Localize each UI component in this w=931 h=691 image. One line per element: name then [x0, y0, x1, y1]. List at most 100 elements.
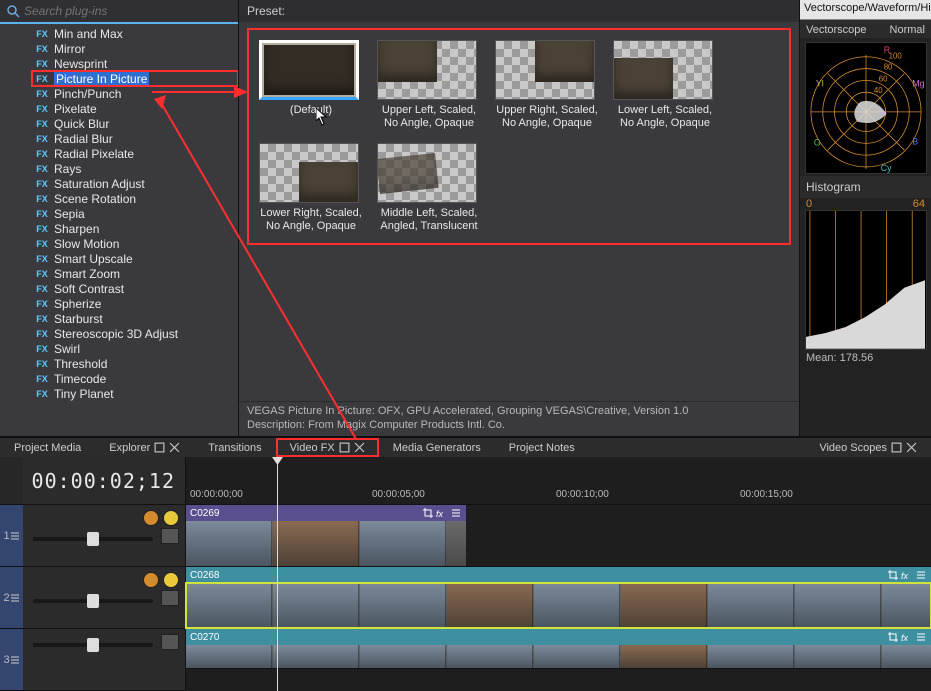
solo-button[interactable]	[163, 510, 179, 526]
fx-scroll[interactable]: FXMin and MaxFXMirrorFXNewsprintFXPictur…	[0, 24, 238, 436]
fx-item-picture-in-picture[interactable]: FXPicture In Picture	[32, 71, 238, 86]
fx-item-sharpen[interactable]: FXSharpen	[32, 221, 238, 236]
dock-icon[interactable]	[339, 442, 350, 453]
fx-item-threshold[interactable]: FXThreshold	[32, 356, 238, 371]
track-number-3[interactable]: 3	[0, 629, 23, 691]
solo-button[interactable]	[163, 572, 179, 588]
fx-item-pixelate[interactable]: FXPixelate	[32, 101, 238, 116]
clip-header[interactable]: C0268fx	[186, 567, 931, 583]
fx-badge-icon: FX	[34, 313, 50, 325]
clip-header[interactable]: C0270fx	[186, 629, 931, 645]
fx-item-radial-pixelate[interactable]: FXRadial Pixelate	[32, 146, 238, 161]
preset-item[interactable]: (Default)	[259, 40, 363, 129]
dock-icon[interactable]	[891, 442, 902, 453]
fx-item-label: Newsprint	[54, 57, 107, 71]
menu-icon[interactable]	[915, 569, 927, 581]
tab-video-scopes[interactable]: Video Scopes	[805, 438, 931, 457]
track-number-2[interactable]: 2	[0, 567, 23, 629]
preset-item[interactable]: Lower Right, Scaled, No Angle, Opaque	[259, 143, 363, 232]
fx-item-radial-blur[interactable]: FXRadial Blur	[32, 131, 238, 146]
crop-icon[interactable]	[887, 631, 899, 643]
menu-icon[interactable]	[450, 507, 462, 519]
crop-icon[interactable]	[422, 507, 434, 519]
crop-icon[interactable]	[887, 569, 899, 581]
track-header-2[interactable]	[23, 567, 185, 629]
dock-icon[interactable]	[154, 442, 165, 453]
track-header-3[interactable]	[23, 629, 185, 691]
preset-thumb	[377, 143, 477, 203]
record-button[interactable]	[143, 572, 159, 588]
fx-item-tiny-planet[interactable]: FXTiny Planet	[32, 386, 238, 401]
tab-project-media[interactable]: Project Media	[0, 438, 95, 457]
fx-item-min-and-max[interactable]: FXMin and Max	[32, 26, 238, 41]
tab-video-fx[interactable]: Video FX	[276, 438, 379, 457]
menu-icon[interactable]	[915, 631, 927, 643]
preset-item[interactable]: Lower Left, Scaled, No Angle, Opaque	[613, 40, 717, 129]
close-icon[interactable]	[354, 442, 365, 453]
clip-body[interactable]	[186, 583, 931, 628]
scopes-top-tab[interactable]: Vectorscope/Waveform/His	[800, 0, 931, 20]
clip-frame	[795, 583, 881, 628]
tab-explorer[interactable]: Explorer	[95, 438, 194, 457]
tab-media-generators[interactable]: Media Generators	[379, 438, 495, 457]
fx-item-smart-zoom[interactable]: FXSmart Zoom	[32, 266, 238, 281]
search-input[interactable]	[24, 4, 232, 18]
close-icon[interactable]	[906, 442, 917, 453]
track-fader[interactable]	[33, 537, 153, 541]
preset-scroll[interactable]: (Default)Upper Left, Scaled, No Angle, O…	[239, 22, 799, 401]
fx-item-mirror[interactable]: FXMirror	[32, 41, 238, 56]
track-util-button[interactable]	[161, 528, 179, 544]
track-row[interactable]: C0269 fx	[186, 505, 931, 567]
fx-item-quick-blur[interactable]: FXQuick Blur	[32, 116, 238, 131]
fx-badge-icon: FX	[34, 373, 50, 385]
track-row[interactable]: C0270fx	[186, 629, 931, 669]
fx-item-swirl[interactable]: FXSwirl	[32, 341, 238, 356]
tab-transitions[interactable]: Transitions	[194, 438, 275, 457]
fx-item-stereoscopic-3d-adjust[interactable]: FXStereoscopic 3D Adjust	[32, 326, 238, 341]
fx-item-sepia[interactable]: FXSepia	[32, 206, 238, 221]
fx-item-scene-rotation[interactable]: FXScene Rotation	[32, 191, 238, 206]
fx-badge-icon: FX	[34, 283, 50, 295]
clip-header[interactable]: C0269 fx	[186, 505, 466, 521]
track-util-button[interactable]	[161, 590, 179, 606]
track-fader[interactable]	[33, 643, 153, 647]
fx-item-soft-contrast[interactable]: FXSoft Contrast	[32, 281, 238, 296]
track-fader[interactable]	[33, 599, 153, 603]
fx-item-newsprint[interactable]: FXNewsprint	[32, 56, 238, 71]
clip-frame	[186, 645, 272, 668]
histogram-title: Histogram	[800, 176, 931, 198]
clip-name: C0269	[190, 508, 219, 519]
clip-body[interactable]	[186, 645, 931, 668]
preset-item[interactable]: Middle Left, Scaled, Angled, Translucent	[377, 143, 481, 232]
tracks-area[interactable]: 00:00:00;00 00:00:05;00 00:00:10;00 00:0…	[186, 457, 931, 691]
fx-icon[interactable]: fx	[901, 631, 913, 643]
fx-item-rays[interactable]: FXRays	[32, 161, 238, 176]
fx-item-timecode[interactable]: FXTimecode	[32, 371, 238, 386]
fx-icon[interactable]: fx	[436, 507, 448, 519]
track-number-1[interactable]: 1	[0, 505, 23, 567]
timeline-ruler[interactable]: 00:00:00;00 00:00:05;00 00:00:10;00 00:0…	[186, 457, 931, 505]
track-header-1[interactable]	[23, 505, 185, 567]
fx-item-saturation-adjust[interactable]: FXSaturation Adjust	[32, 176, 238, 191]
record-button[interactable]	[143, 510, 159, 526]
menu-icon	[10, 655, 20, 665]
preset-item[interactable]: Upper Right, Scaled, No Angle, Opaque	[495, 40, 599, 129]
track-util-button[interactable]	[161, 634, 179, 650]
playhead[interactable]	[277, 457, 278, 691]
fx-item-label: Min and Max	[54, 27, 123, 41]
close-icon[interactable]	[169, 442, 180, 453]
clip-frame	[273, 521, 359, 566]
fx-icon[interactable]: fx	[901, 569, 913, 581]
fx-item-spherize[interactable]: FXSpherize	[32, 296, 238, 311]
fx-item-slow-motion[interactable]: FXSlow Motion	[32, 236, 238, 251]
fx-item-starburst[interactable]: FXStarburst	[32, 311, 238, 326]
clip-body[interactable]	[186, 521, 466, 566]
fx-item-smart-upscale[interactable]: FXSmart Upscale	[32, 251, 238, 266]
fx-item-pinch-punch[interactable]: FXPinch/Punch	[32, 86, 238, 101]
vectorscope-mode[interactable]: Normal	[890, 24, 925, 36]
preset-thumb	[259, 143, 359, 203]
preset-item[interactable]: Upper Left, Scaled, No Angle, Opaque	[377, 40, 481, 129]
track-row[interactable]: C0268fx	[186, 567, 931, 629]
tab-project-notes[interactable]: Project Notes	[495, 438, 589, 457]
svg-text:Cy: Cy	[880, 163, 891, 173]
